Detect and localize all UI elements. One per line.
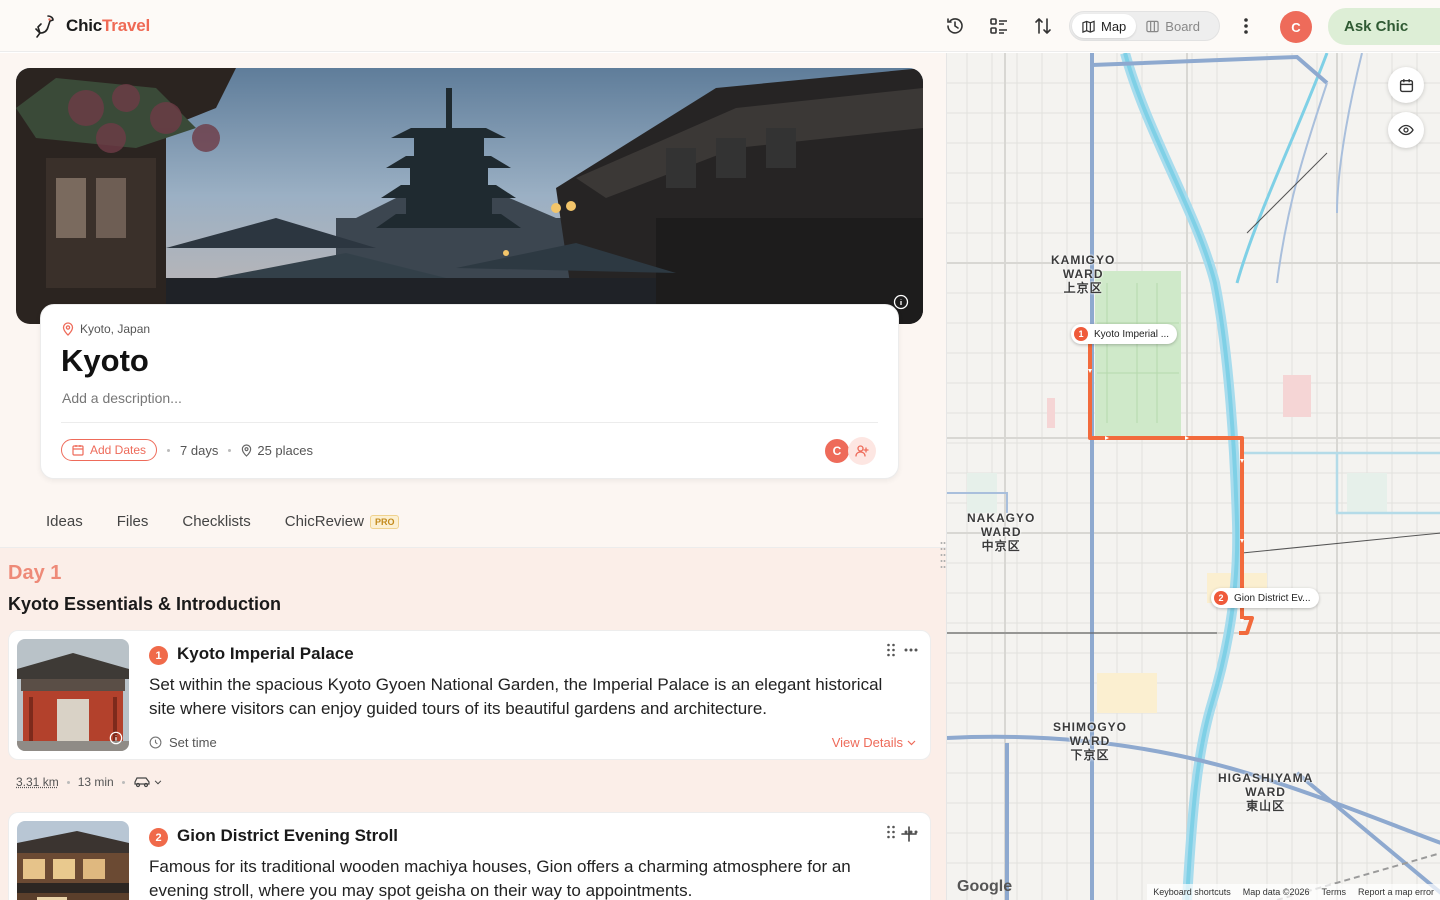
place-name[interactable]: Gion District Evening Stroll: [177, 826, 398, 846]
divider: [61, 422, 878, 423]
map-data-text: Map data ©2026: [1242, 887, 1310, 897]
separator-dot: [121, 780, 125, 784]
trip-location: Kyoto, Japan: [62, 322, 150, 336]
member-avatar[interactable]: C: [823, 437, 851, 465]
info-icon[interactable]: [893, 294, 909, 310]
pin-label: Gion District Ev...: [1234, 592, 1311, 604]
map-panel[interactable]: KAMIGYO WARD 上京区 NAKAGYO WARD 中京区 SHIMOGYO WA…: [946, 53, 1440, 900]
app-logo[interactable]: ChicTravel: [30, 12, 150, 40]
car-icon: [134, 777, 150, 788]
place-number-badge: 1: [149, 646, 168, 665]
itinerary-pane: Kyoto, Japan Kyoto Add a description... …: [0, 53, 946, 900]
map-view-button[interactable]: Map: [1072, 14, 1137, 38]
separator-dot: [66, 780, 70, 784]
board-view-button[interactable]: Board: [1136, 14, 1210, 38]
trip-meta: Add Dates 7 days 25 places: [61, 439, 313, 461]
trip-card: Kyoto, Japan Kyoto Add a description... …: [40, 304, 899, 479]
place-number-badge: 2: [149, 828, 168, 847]
list-check-icon[interactable]: [987, 14, 1011, 38]
info-icon[interactable]: [109, 731, 123, 745]
place-name[interactable]: Kyoto Imperial Palace: [177, 644, 354, 664]
drag-handle-icon[interactable]: [886, 825, 896, 839]
pin-number: 1: [1074, 327, 1088, 341]
cover-image: [16, 68, 923, 324]
drag-handle-icon[interactable]: [886, 643, 896, 657]
ward-label: NAKAGYO WARD 中京区: [967, 511, 1036, 553]
add-dates-button[interactable]: Add Dates: [61, 439, 158, 461]
calendar-icon: [72, 445, 84, 456]
more-horizontal-icon[interactable]: [904, 648, 918, 652]
pin-icon: [242, 443, 252, 457]
calendar-icon: [1399, 78, 1413, 92]
map-pin[interactable]: 1 Kyoto Imperial ...: [1071, 324, 1178, 344]
pin-label: Kyoto Imperial ...: [1094, 328, 1170, 340]
chevron-down-icon: [154, 779, 161, 784]
ward-label: SHIMOGYO WARD 下京区: [1053, 720, 1128, 762]
google-logo[interactable]: Google: [957, 878, 1012, 896]
tab-ideas[interactable]: Ideas: [46, 513, 83, 530]
history-icon[interactable]: [943, 14, 967, 38]
day-title[interactable]: Kyoto Essentials & Introduction: [8, 594, 281, 615]
content-tabs: Ideas Files Checklists ChicReview PRO: [46, 513, 400, 530]
ask-chic-button[interactable]: Ask Chic: [1328, 8, 1440, 45]
more-vertical-icon[interactable]: [1234, 14, 1258, 38]
report-error-link[interactable]: Report a map error: [1358, 887, 1434, 897]
pro-badge: PRO: [369, 514, 400, 529]
sort-icon[interactable]: [1031, 14, 1055, 38]
pin-icon: [62, 322, 74, 336]
pin-number: 2: [1214, 591, 1228, 605]
view-toggle: Map Board: [1069, 11, 1220, 41]
place-description: Set within the spacious Kyoto Gyoen Nati…: [149, 675, 883, 718]
bird-logo-icon: [35, 15, 54, 38]
set-time-button[interactable]: Set time: [149, 735, 217, 750]
place-thumbnail: [17, 639, 129, 751]
day-section: Day 1 Kyoto Essentials & Introduction 1 …: [0, 548, 946, 900]
tab-checklists[interactable]: Checklists: [182, 513, 250, 530]
place-card[interactable]: 1 Kyoto Imperial Palace Set within the s…: [8, 630, 931, 760]
trip-description-input[interactable]: Add a description...: [62, 390, 182, 406]
map-icon: [1082, 20, 1095, 33]
add-place-button[interactable]: [898, 823, 920, 845]
place-description: Famous for its traditional wooden machiy…: [149, 857, 851, 900]
ward-label: HIGASHIYAMA WARD 東山区: [1218, 771, 1314, 813]
user-plus-icon: [855, 445, 869, 457]
trip-title[interactable]: Kyoto: [61, 343, 149, 379]
ward-label: KAMIGYO WARD 上京区: [1051, 253, 1116, 295]
eye-icon: [1398, 124, 1414, 136]
visibility-map-button[interactable]: [1388, 112, 1424, 148]
board-icon: [1146, 20, 1159, 32]
tab-files[interactable]: Files: [117, 513, 149, 530]
clock-icon: [149, 736, 162, 749]
terms-link[interactable]: Terms: [1321, 887, 1346, 897]
map-canvas[interactable]: [947, 53, 1440, 900]
day-label: Day 1: [8, 562, 62, 584]
trip-members: C: [823, 437, 876, 465]
separator-dot: [167, 448, 171, 452]
place-card[interactable]: 2 Gion District Evening Stroll Famous fo…: [8, 812, 931, 900]
add-member-button[interactable]: [848, 437, 876, 465]
trip-duration: 7 days: [180, 442, 219, 458]
brand-name: ChicTravel: [66, 16, 150, 35]
travel-duration: 13 min: [77, 775, 114, 789]
top-bar: ChicTravel Map Board C Ask Chic: [0, 0, 1440, 52]
chevron-down-icon: [907, 740, 916, 745]
tab-chicreview[interactable]: ChicReview PRO: [285, 513, 400, 530]
transport-mode-select[interactable]: [133, 776, 162, 788]
trip-places-count: 25 places: [241, 443, 313, 458]
separator-dot: [228, 448, 232, 452]
travel-distance: 3.31 km: [16, 775, 59, 789]
view-details-button[interactable]: View Details: [832, 735, 916, 750]
map-pin[interactable]: 2 Gion District Ev...: [1211, 588, 1319, 608]
card-tools: [886, 643, 918, 657]
keyboard-shortcuts-link[interactable]: Keyboard shortcuts: [1153, 887, 1231, 897]
place-thumbnail: [17, 821, 129, 900]
travel-info: 3.31 km 13 min: [16, 775, 162, 789]
calendar-map-button[interactable]: [1388, 67, 1424, 103]
map-attribution: Keyboard shortcuts Map data ©2026 Terms …: [1147, 884, 1440, 900]
user-avatar[interactable]: C: [1280, 11, 1312, 43]
